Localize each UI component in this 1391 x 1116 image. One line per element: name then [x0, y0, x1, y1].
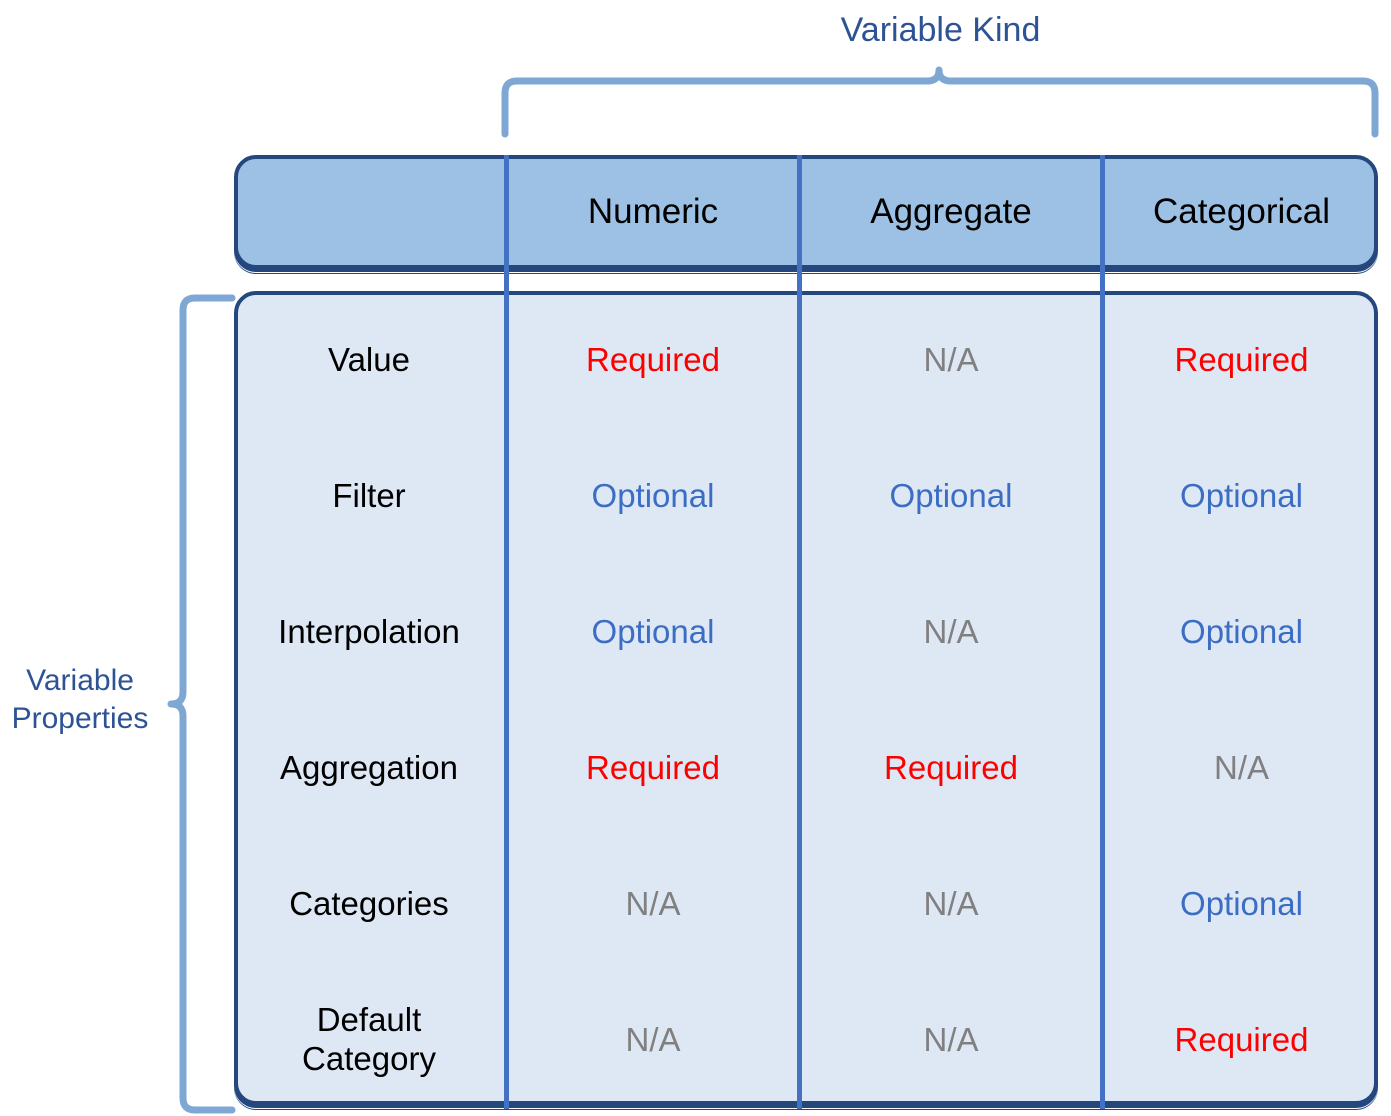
cell-categorical: Required — [1174, 1020, 1309, 1058]
cell-aggregate: N/A — [923, 340, 979, 378]
cell-numeric: Required — [586, 340, 720, 378]
cell-numeric: Required — [586, 748, 720, 786]
column-header-numeric: Numeric — [587, 192, 719, 231]
table-row: Interpolation Optional N/A Optional — [234, 563, 1378, 699]
cell-aggregate: N/A — [923, 1020, 979, 1058]
row-label: Value — [328, 340, 410, 378]
column-header-aggregate: Aggregate — [870, 192, 1032, 231]
variable-properties-label: Variable Properties — [11, 664, 149, 735]
cell-aggregate: Required — [884, 748, 1018, 786]
cell-aggregate: Optional — [889, 476, 1013, 514]
variable-kind-label: Variable Kind — [840, 11, 1041, 49]
table-row: Value Required N/A Required — [234, 291, 1378, 427]
cell-aggregate: N/A — [923, 612, 979, 650]
cell-aggregate: N/A — [923, 884, 979, 922]
cell-categorical: Optional — [1180, 884, 1303, 922]
table-row: Aggregation Required Required N/A — [234, 699, 1378, 835]
cell-numeric: N/A — [625, 884, 681, 922]
table-row: Default Category N/A N/A Required — [234, 971, 1378, 1107]
cell-numeric: N/A — [625, 1020, 681, 1058]
column-header-categorical: Categorical — [1152, 192, 1331, 231]
row-label: Aggregation — [280, 748, 458, 786]
table-grid: Numeric Aggregate Categorical Value Requ… — [234, 155, 1378, 1109]
cell-categorical: Required — [1174, 340, 1309, 378]
cell-categorical: Optional — [1180, 612, 1303, 650]
cell-categorical: Optional — [1180, 476, 1303, 514]
cell-categorical: N/A — [1213, 748, 1269, 786]
table-row: Filter Optional Optional Optional — [234, 427, 1378, 563]
table-row: Categories N/A N/A Optional — [234, 835, 1378, 971]
row-label: Interpolation — [278, 612, 460, 650]
top-curly-brace-icon — [501, 66, 1379, 138]
cell-numeric: Optional — [591, 612, 715, 650]
row-label: Default Category — [302, 1001, 436, 1077]
cell-numeric: Optional — [591, 476, 715, 514]
row-label: Categories — [289, 884, 449, 922]
row-label: Filter — [332, 476, 406, 514]
